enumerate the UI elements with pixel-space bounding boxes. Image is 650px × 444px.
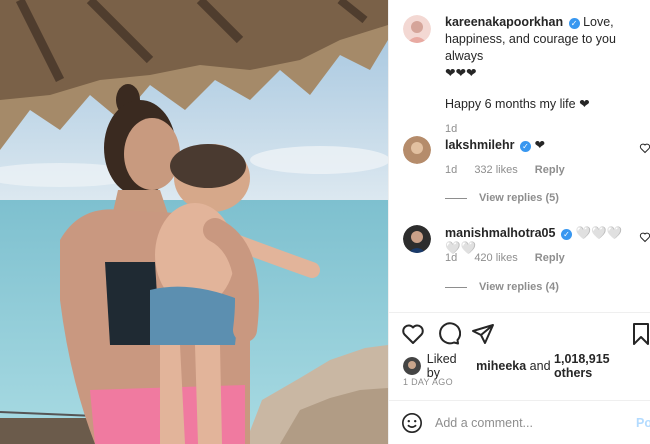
post-time: 1d [445, 123, 458, 135]
heart-icon[interactable] [639, 142, 650, 154]
comment-time: 1d [445, 164, 458, 176]
liked-by-prefix: Liked by [426, 352, 457, 380]
liked-by: Liked by miheeka and 1,018,915 others [403, 352, 650, 380]
comment-meta: 1d 332 likes Reply [445, 164, 579, 176]
comment-text: ❤ [534, 138, 545, 152]
commenter-avatar[interactable] [403, 136, 431, 164]
verified-icon: ✓ [560, 229, 572, 240]
commenter-avatar[interactable] [403, 225, 431, 253]
divider [389, 312, 650, 313]
view-replies-dash [445, 286, 467, 288]
post-caption: kareenakapoorkhan ✓ Love, happiness, and… [445, 14, 645, 138]
post-side-panel: kareenakapoorkhan ✓ Love, happiness, and… [388, 0, 650, 444]
author-username[interactable]: kareenakapoorkhan [445, 15, 563, 29]
divider [389, 400, 650, 401]
post-button[interactable]: Po [636, 416, 650, 430]
view-replies-dash [445, 197, 467, 199]
action-bar [401, 322, 650, 346]
reply-button[interactable]: Reply [535, 164, 565, 176]
liked-by-user[interactable]: miheeka [476, 359, 526, 373]
liker-avatar[interactable] [403, 357, 421, 375]
verified-icon: ✓ [519, 141, 531, 152]
comment-time: 1d [445, 252, 458, 264]
view-replies-label: View replies (5) [479, 192, 559, 204]
post-timestamp: 1 DAY AGO [403, 377, 453, 387]
share-icon[interactable] [471, 322, 495, 346]
author-avatar[interactable] [403, 15, 431, 43]
caption-hearts: ❤❤❤ [445, 66, 477, 80]
comment-meta: 1d 420 likes Reply [445, 252, 579, 264]
heart-icon[interactable] [401, 322, 425, 346]
post-photo[interactable] [0, 0, 388, 444]
view-replies-button[interactable]: View replies (5) [445, 192, 559, 204]
comment-likes[interactable]: 420 likes [474, 252, 517, 264]
caption-line2: Happy 6 months my life ❤ [445, 97, 590, 111]
comment-icon[interactable] [437, 322, 461, 346]
comment-item: lakshmilehr ✓ ❤ [445, 137, 635, 152]
comment-input[interactable]: Add a comment... [435, 416, 533, 430]
bookmark-icon[interactable] [629, 322, 650, 346]
view-replies-label: View replies (4) [479, 281, 559, 293]
liked-by-joiner: and [529, 359, 551, 373]
add-comment-bar: Add a comment... Po [401, 410, 650, 436]
heart-icon[interactable] [639, 231, 650, 243]
verified-icon: ✓ [568, 18, 580, 29]
reply-button[interactable]: Reply [535, 252, 565, 264]
view-replies-button[interactable]: View replies (4) [445, 281, 559, 293]
comment-username[interactable]: manishmalhotra05 [445, 226, 555, 240]
smile-icon[interactable] [401, 412, 423, 434]
comment-likes[interactable]: 332 likes [474, 164, 517, 176]
liked-by-others[interactable]: 1,018,915 others [554, 352, 650, 380]
comment-username[interactable]: lakshmilehr [445, 138, 514, 152]
